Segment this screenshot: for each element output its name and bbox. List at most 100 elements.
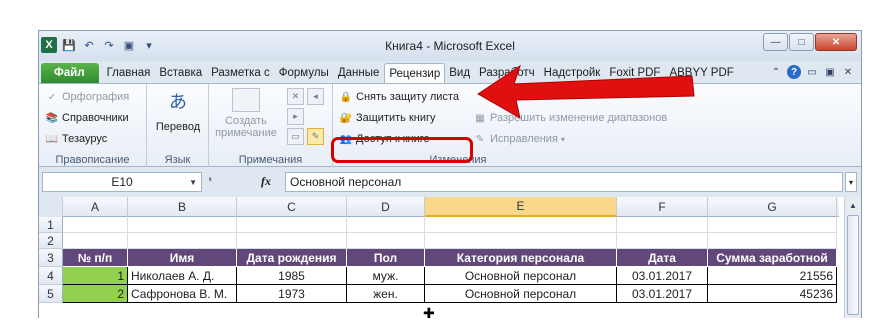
- cell[interactable]: 45236: [708, 285, 837, 303]
- row-header[interactable]: 1: [39, 217, 63, 233]
- cell[interactable]: 1973: [237, 285, 347, 303]
- row-header[interactable]: 3: [39, 249, 63, 267]
- expand-formula-icon[interactable]: ▾: [845, 172, 857, 192]
- cell[interactable]: [63, 217, 128, 233]
- column-header-cell[interactable]: Дата рождения: [237, 249, 347, 267]
- protect-workbook-button[interactable]: 🔐 Защитить книгу: [339, 111, 436, 125]
- cell[interactable]: [63, 233, 128, 249]
- column-header-a[interactable]: A: [63, 197, 128, 217]
- unprotect-sheet-button[interactable]: 🔒 Снять защиту листа: [339, 90, 459, 104]
- chevron-down-icon: ▾: [560, 134, 565, 144]
- column-header-cell[interactable]: Категория персонала: [425, 249, 617, 267]
- tab-foxit-pdf[interactable]: Foxit PDF: [605, 63, 665, 83]
- column-header-cell[interactable]: Пол: [347, 249, 425, 267]
- column-header-g[interactable]: G: [708, 197, 837, 217]
- tab-formulas[interactable]: Формулы: [275, 63, 334, 83]
- close-button[interactable]: ✕: [815, 33, 857, 51]
- highlight-box: [331, 137, 473, 163]
- cell[interactable]: [347, 217, 425, 233]
- tab-insert[interactable]: Вставка: [155, 63, 207, 83]
- column-header-d[interactable]: D: [347, 197, 425, 217]
- cell[interactable]: [708, 217, 837, 233]
- cell[interactable]: [617, 233, 708, 249]
- ribbon-tabs: Файл Главная Вставка Разметка с Формулы …: [39, 61, 861, 83]
- track-changes-button[interactable]: ✎ Исправления ▾: [473, 132, 565, 146]
- prev-comment-icon[interactable]: ◂: [307, 88, 324, 105]
- restore-button[interactable]: □: [789, 33, 814, 51]
- tab-developer[interactable]: Разработч: [475, 63, 540, 83]
- column-header-cell[interactable]: Сумма заработной: [708, 249, 837, 267]
- cell[interactable]: [237, 233, 347, 249]
- tab-data[interactable]: Данные: [334, 63, 385, 83]
- formula-input[interactable]: Основной персонал: [285, 172, 843, 192]
- column-header-cell[interactable]: № п/п: [63, 249, 128, 267]
- cell[interactable]: [237, 217, 347, 233]
- unprotect-sheet-label: Снять защиту листа: [356, 91, 459, 103]
- allow-ranges-button[interactable]: ▦ Разрешить изменение диапазонов: [473, 111, 667, 125]
- cell[interactable]: [708, 233, 837, 249]
- cell[interactable]: [128, 217, 237, 233]
- thesaurus-label: Тезаурус: [62, 133, 108, 145]
- formula-buttons-divider: ◖: [207, 174, 214, 185]
- tab-addins[interactable]: Надстройк: [540, 63, 606, 83]
- track-changes-label: Исправления: [490, 133, 558, 145]
- thesaurus-button[interactable]: 📖 Тезаурус: [45, 132, 108, 146]
- cell[interactable]: 2: [63, 285, 128, 303]
- cell[interactable]: [128, 233, 237, 249]
- help-icon[interactable]: ?: [787, 65, 801, 79]
- cell[interactable]: Николаев А. Д.: [128, 267, 237, 285]
- column-header-c[interactable]: C: [237, 197, 347, 217]
- cell[interactable]: [617, 217, 708, 233]
- group-language: あ Перевод Язык: [147, 84, 209, 168]
- row-header[interactable]: 2: [39, 233, 63, 249]
- cell[interactable]: муж.: [347, 267, 425, 285]
- cell[interactable]: 21556: [708, 267, 837, 285]
- cell[interactable]: 1: [63, 267, 128, 285]
- column-header-f[interactable]: F: [617, 197, 708, 217]
- tab-page-layout[interactable]: Разметка с: [207, 63, 275, 83]
- cell[interactable]: 03.01.2017: [617, 267, 708, 285]
- minimize-ribbon-icon[interactable]: ⌃: [769, 65, 783, 79]
- doc-close-icon[interactable]: ✕: [841, 65, 855, 79]
- minimize-button[interactable]: —: [763, 33, 788, 51]
- chevron-down-icon[interactable]: ▼: [189, 178, 197, 187]
- tab-abbyy-pdf[interactable]: ABBYY PDF: [665, 63, 738, 83]
- research-icon: 📚: [45, 112, 59, 124]
- row-header[interactable]: 5: [39, 285, 63, 303]
- cell[interactable]: Сафронова В. М.: [128, 285, 237, 303]
- scrollbar-thumb[interactable]: [847, 215, 859, 315]
- vertical-scrollbar[interactable]: ▲: [844, 197, 861, 318]
- cell[interactable]: Основной персонал: [425, 267, 617, 285]
- select-all-corner[interactable]: [39, 197, 63, 217]
- insert-function-icon[interactable]: fx: [261, 174, 271, 189]
- new-comment-button[interactable]: Создать примечание: [211, 88, 281, 139]
- tab-home[interactable]: Главная: [103, 63, 156, 83]
- name-box[interactable]: E10 ▼: [42, 172, 202, 192]
- delete-comment-icon[interactable]: ✕: [287, 88, 304, 105]
- row-header[interactable]: 4: [39, 267, 63, 285]
- column-header-b[interactable]: B: [128, 197, 237, 217]
- cell[interactable]: 03.01.2017: [617, 285, 708, 303]
- column-header-cell[interactable]: Дата: [617, 249, 708, 267]
- show-ink-icon[interactable]: ✎: [307, 128, 324, 145]
- cell[interactable]: [347, 233, 425, 249]
- new-comment-icon: [232, 88, 260, 112]
- cell[interactable]: жен.: [347, 285, 425, 303]
- research-button[interactable]: 📚 Справочники: [45, 111, 129, 125]
- tab-file[interactable]: Файл: [41, 63, 99, 83]
- spelling-button[interactable]: ✓ Орфография: [45, 90, 129, 104]
- doc-minimize-icon[interactable]: ▭: [805, 65, 819, 79]
- show-comment-icon[interactable]: ▭: [287, 128, 304, 145]
- tab-review[interactable]: Рецензир: [384, 63, 446, 83]
- column-header-e[interactable]: E: [425, 197, 617, 217]
- cell[interactable]: 1985: [237, 267, 347, 285]
- column-header-cell[interactable]: Имя: [128, 249, 237, 267]
- scroll-up-icon[interactable]: ▲: [845, 197, 861, 214]
- cell[interactable]: Основной персонал: [425, 285, 617, 303]
- cell[interactable]: [425, 217, 617, 233]
- tab-view[interactable]: Вид: [445, 63, 475, 83]
- doc-restore-icon[interactable]: ▣: [823, 65, 837, 79]
- next-comment-icon[interactable]: ▸: [287, 108, 304, 125]
- translate-button[interactable]: あ Перевод: [153, 88, 203, 134]
- cell[interactable]: [425, 233, 617, 249]
